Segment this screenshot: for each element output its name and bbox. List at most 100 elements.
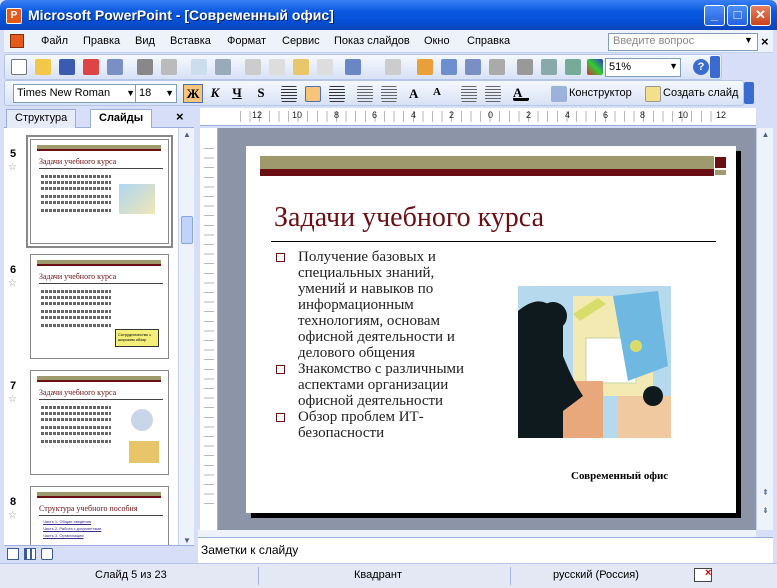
menu-format[interactable]: Формат [227, 35, 266, 47]
font-select[interactable]: Times New Roman ▼ [13, 84, 138, 103]
help-dropdown-icon[interactable]: ▼ [744, 35, 753, 45]
horizontal-ruler: 12 10 8 6 4 2 0 2 4 6 8 10 12 [200, 108, 756, 126]
scroll-up-icon[interactable]: ▲ [181, 130, 193, 144]
thumbnail-link: Часть 1. Общие сведения [43, 519, 92, 524]
maximize-button[interactable]: □ [727, 5, 748, 26]
decrease-indent-icon[interactable] [461, 86, 477, 102]
ruler-label: 4 [565, 110, 571, 120]
font-color-icon[interactable]: A [513, 85, 529, 101]
font-size-select[interactable]: 18 ▼ [135, 84, 177, 103]
thumbnail-slide-6[interactable]: Задачи учебного курса Сотрудничество с ш… [30, 254, 169, 359]
hyperlink-icon[interactable] [489, 59, 505, 75]
scroll-thumb[interactable] [181, 216, 193, 244]
spelling-icon[interactable] [191, 59, 207, 75]
notes-pane[interactable]: Заметки к слайду [198, 537, 773, 563]
show-formatting-icon[interactable] [541, 59, 557, 75]
thumbnail-slide-8[interactable]: Структура учебного пособия Часть 1. Общи… [30, 486, 169, 552]
slide-bullets[interactable]: Получение базовых и специальных знаний, … [274, 249, 484, 441]
undo-icon[interactable] [345, 59, 361, 75]
next-slide-icon[interactable]: ⇟ [759, 506, 772, 520]
copy-icon[interactable] [269, 59, 285, 75]
menu-insert[interactable]: Вставка [170, 35, 211, 47]
ruler-label: 0 [488, 110, 494, 120]
document-icon[interactable] [10, 34, 24, 48]
new-slide-button[interactable]: Создать слайд [663, 87, 738, 99]
menu-window[interactable]: Окно [424, 35, 450, 47]
scroll-up-icon[interactable]: ▲ [759, 130, 772, 144]
toolbar-options-icon[interactable] [710, 56, 720, 78]
tab-slides[interactable]: Слайды [90, 109, 153, 129]
help-icon[interactable]: ? [693, 59, 709, 75]
italic-button[interactable]: К [205, 84, 225, 103]
expand-all-icon[interactable] [517, 59, 533, 75]
font-dropdown-icon[interactable]: ▼ [126, 88, 135, 98]
insert-chart-icon[interactable] [417, 59, 433, 75]
save-icon[interactable] [59, 59, 75, 75]
print-icon[interactable] [137, 59, 153, 75]
thumbnail-slide-5[interactable]: Задачи учебного курса [26, 135, 173, 248]
window-title: Microsoft PowerPoint - [Современный офис… [28, 7, 334, 23]
design-button[interactable]: Конструктор [569, 87, 632, 99]
paste-icon[interactable] [293, 59, 309, 75]
help-question-input[interactable]: Введите вопрос [608, 33, 758, 51]
bold-button[interactable]: Ж [183, 84, 203, 103]
format-painter-icon[interactable] [317, 59, 333, 75]
status-design: Квадрант [354, 569, 403, 581]
menu-edit[interactable]: Правка [83, 35, 120, 47]
slide-sorter-view-icon[interactable] [24, 548, 36, 560]
powerpoint-app-icon[interactable]: P [6, 8, 22, 24]
thumbnail-slide-7[interactable]: Задачи учебного курса [30, 370, 169, 475]
redo-icon[interactable] [385, 59, 401, 75]
menu-tools[interactable]: Сервис [282, 35, 320, 47]
vertical-ruler [200, 128, 218, 530]
previous-slide-icon[interactable]: ⇞ [759, 488, 772, 502]
slide-title[interactable]: Задачи учебного курса [274, 202, 544, 234]
title-underline [271, 241, 716, 242]
animation-star-icon: ☆ [8, 278, 17, 289]
zoom-select[interactable]: 51% ▼ [605, 58, 681, 77]
thumbnails-scrollbar[interactable]: ▲ ▼ [178, 128, 194, 552]
slide-scrollbar[interactable]: ▲ ⇞ ⇟ [756, 128, 773, 530]
grid-icon[interactable] [565, 59, 581, 75]
menu-slideshow[interactable]: Показ слайдов [334, 35, 410, 47]
open-icon[interactable] [35, 59, 51, 75]
shadow-button[interactable]: S [251, 84, 271, 103]
thumbnail-title: Задачи учебного курса [39, 388, 117, 397]
pane-close-icon[interactable]: × [176, 109, 184, 124]
slide-canvas[interactable]: Задачи учебного курса Получение базовых … [246, 146, 736, 513]
tables-borders-icon[interactable] [465, 59, 481, 75]
align-center-icon[interactable] [305, 86, 321, 102]
cut-icon[interactable] [245, 59, 261, 75]
zoom-dropdown-icon[interactable]: ▼ [669, 61, 678, 71]
menu-view[interactable]: Вид [135, 35, 155, 47]
align-left-icon[interactable] [281, 86, 297, 102]
decrease-font-icon[interactable]: A [433, 86, 449, 102]
research-icon[interactable] [215, 59, 231, 75]
status-language: русский (Россия) [553, 569, 639, 581]
slideshow-view-icon[interactable] [41, 548, 53, 560]
minimize-button[interactable]: _ [704, 5, 725, 26]
increase-font-icon[interactable]: A [409, 86, 425, 102]
horizontal-scrollbar[interactable] [198, 530, 756, 537]
document-close-icon[interactable]: × [761, 34, 769, 49]
close-button[interactable]: ✕ [750, 5, 771, 26]
menu-file[interactable]: Файл [41, 35, 68, 47]
numbering-icon[interactable] [357, 86, 373, 102]
thumbnail-number: 8 [10, 496, 17, 508]
print-preview-icon[interactable] [161, 59, 177, 75]
format-toolbar-options-icon[interactable] [744, 82, 754, 104]
email-icon[interactable] [107, 59, 123, 75]
permission-icon[interactable] [83, 59, 99, 75]
normal-view-icon[interactable] [7, 548, 19, 560]
font-size-dropdown-icon[interactable]: ▼ [165, 88, 174, 98]
tab-outline[interactable]: Структура [6, 109, 77, 128]
new-icon[interactable] [11, 59, 27, 75]
office-worker-clipart[interactable] [518, 286, 671, 438]
color-grayscale-icon[interactable] [587, 59, 603, 75]
underline-button[interactable]: Ч [227, 84, 247, 103]
align-right-icon[interactable] [329, 86, 345, 102]
increase-indent-icon[interactable] [485, 86, 501, 102]
menu-help[interactable]: Справка [467, 35, 510, 47]
bullets-icon[interactable] [381, 86, 397, 102]
insert-table-icon[interactable] [441, 59, 457, 75]
